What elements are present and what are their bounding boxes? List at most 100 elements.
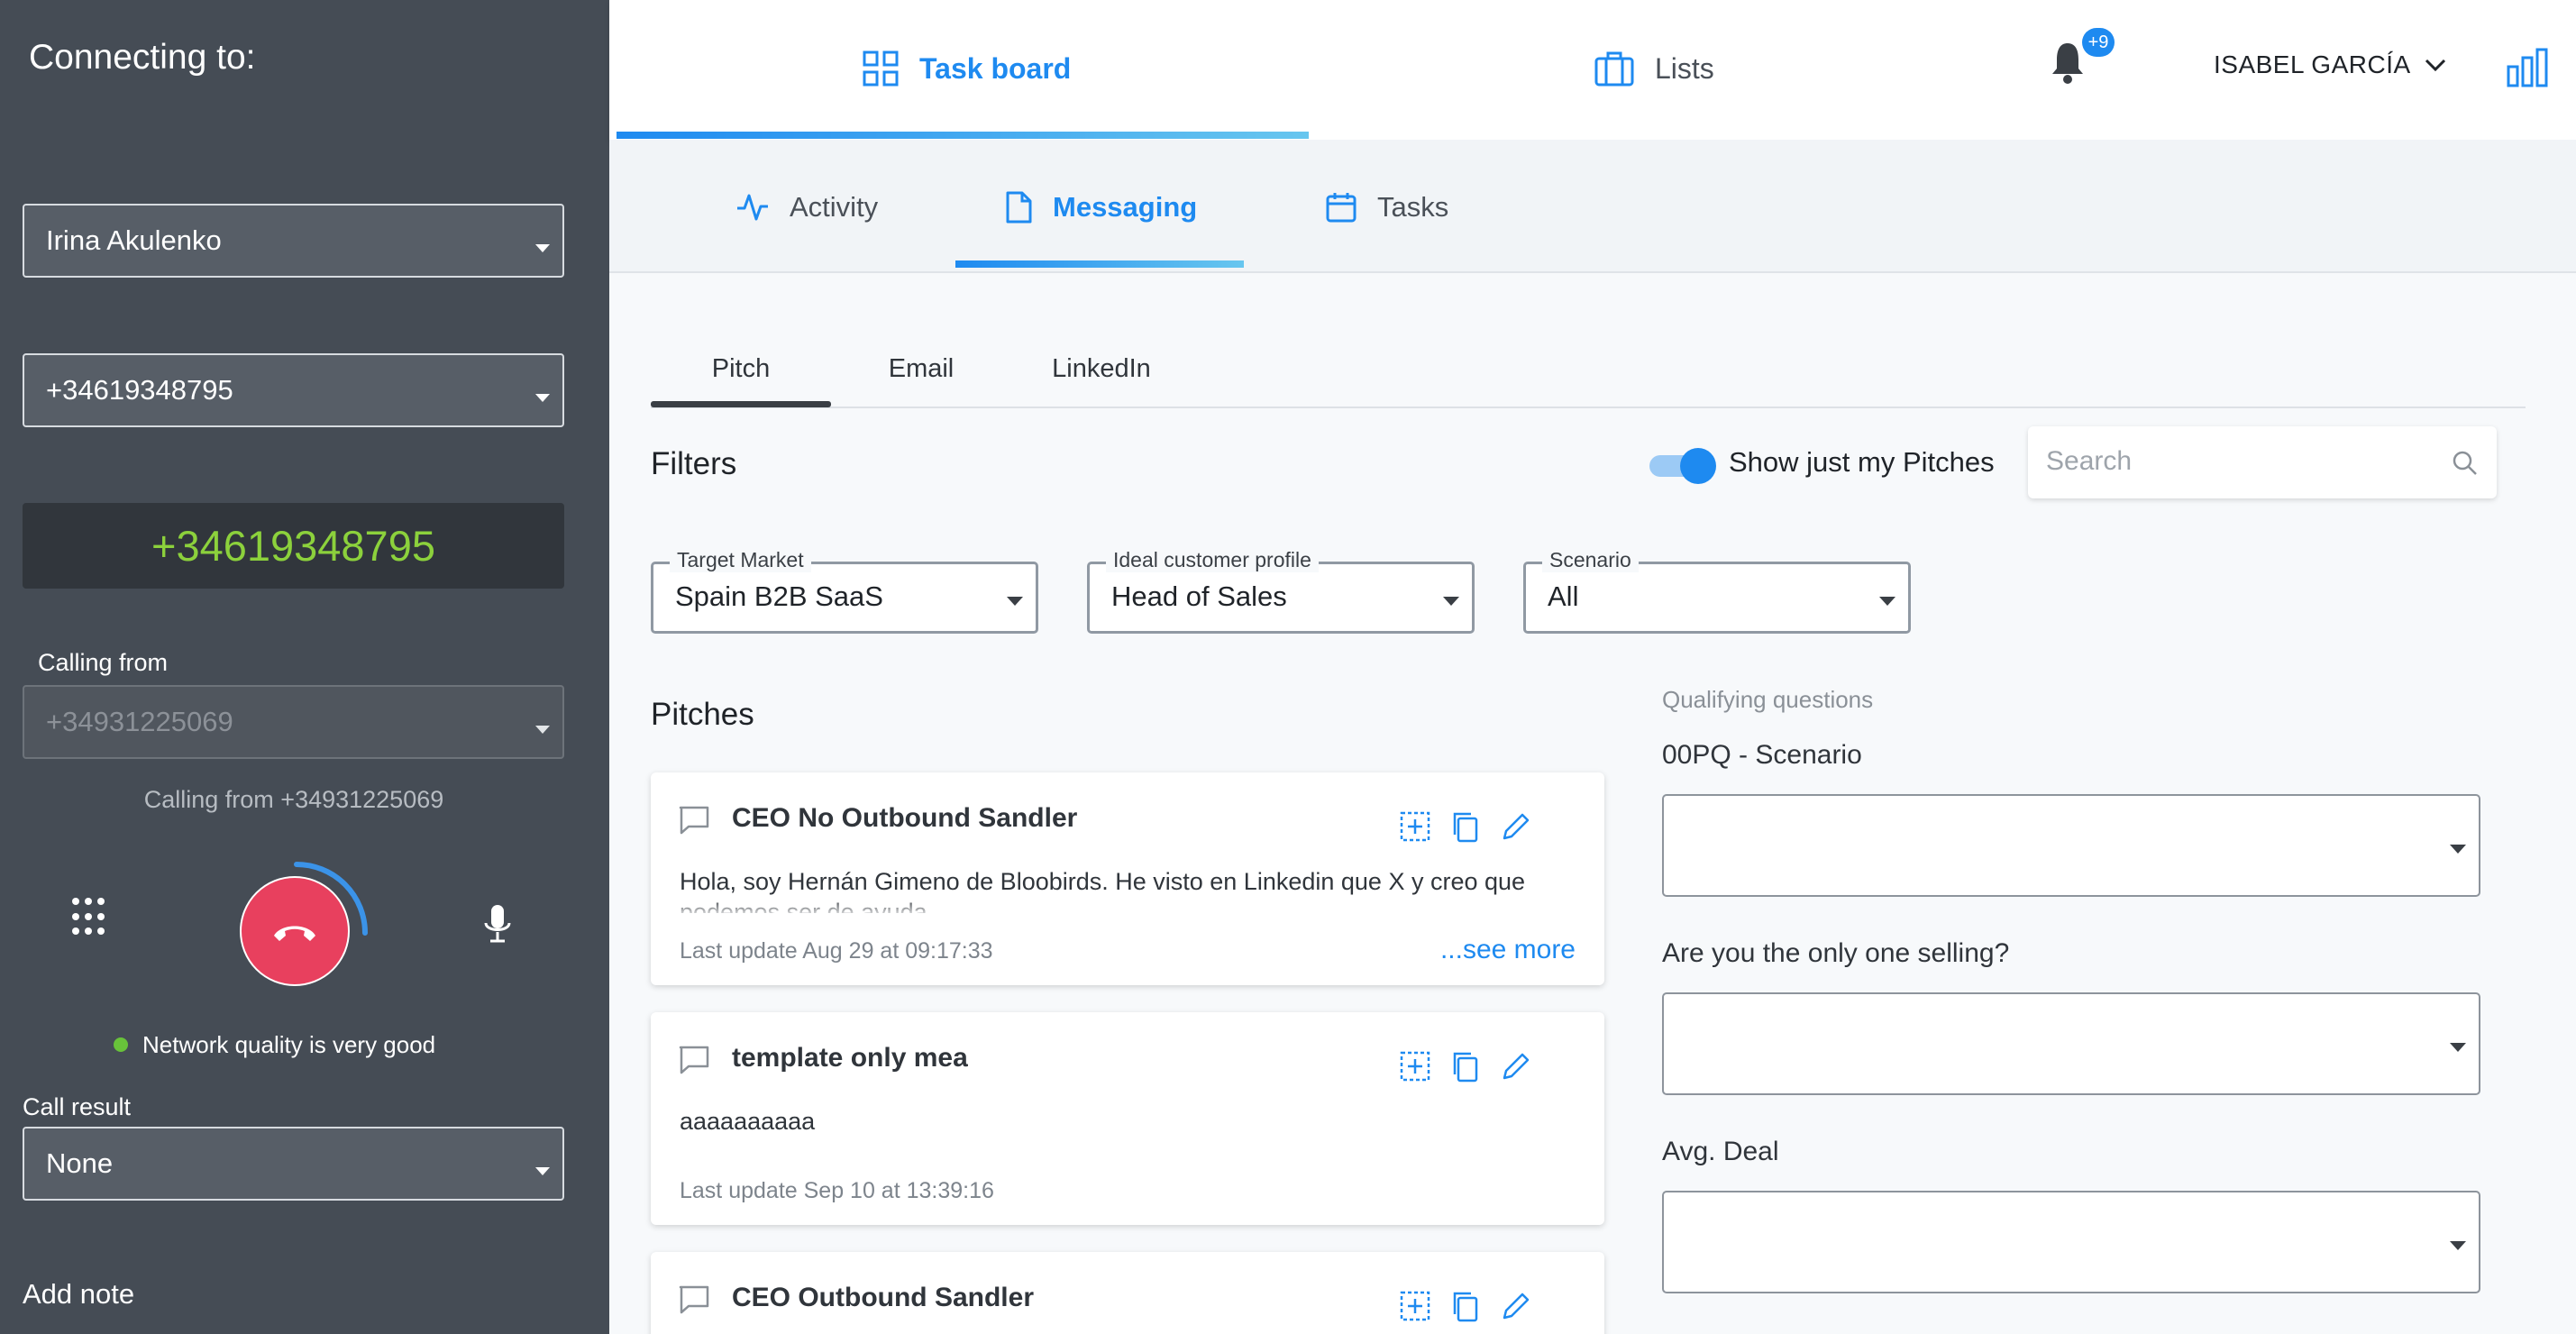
caret-down-icon: [535, 394, 550, 402]
copy-icon: [1453, 1292, 1478, 1322]
caret-down-icon: [2450, 1241, 2466, 1250]
question-label: Are you the only one selling?: [1662, 938, 2010, 968]
keypad-dot: [72, 912, 79, 920]
calling-from-info: Calling from +34931225069: [143, 786, 444, 813]
pitch-title: CEO Outbound Sandler: [732, 1283, 1034, 1312]
tab-messaging[interactable]: Messaging: [1004, 185, 1197, 230]
hangup-button[interactable]: [240, 876, 350, 986]
tab-lists[interactable]: Lists: [1594, 43, 1714, 94]
filters-heading: Filters: [651, 446, 737, 481]
pitch-card[interactable]: CEO Outbound Sandler: [651, 1252, 1604, 1334]
message-type-tabs: Pitch Email LinkedIn: [651, 345, 2526, 408]
caret-down-icon: [1443, 597, 1459, 606]
scenario-select[interactable]: Scenario All: [1523, 548, 1911, 634]
keypad-dot: [85, 927, 92, 936]
target-market-label: Target Market: [670, 548, 811, 572]
active-tab-indicator: [617, 132, 1309, 139]
call-result-select[interactable]: None: [23, 1127, 564, 1201]
network-status-dot-icon: [114, 1037, 128, 1052]
copy-icon: [1453, 1052, 1478, 1083]
insert-template-button[interactable]: [1399, 810, 1435, 846]
edit-button[interactable]: [1500, 1050, 1536, 1086]
tab-activity[interactable]: Activity: [735, 185, 878, 230]
copy-button[interactable]: [1449, 1050, 1485, 1086]
microphone-button[interactable]: [480, 903, 515, 946]
messaging-content: Pitch Email LinkedIn Filters Show just m…: [609, 273, 2576, 1334]
scenario-value: All: [1548, 580, 1579, 612]
pitch-card[interactable]: CEO No Outbound Sandler Hola, soy Hernán…: [651, 772, 1604, 985]
notification-count-badge: +9: [2082, 28, 2115, 57]
search-box: [2028, 426, 2497, 498]
tab-messaging-label: Messaging: [1053, 191, 1198, 223]
caret-down-icon: [535, 1167, 550, 1175]
call-result-value: None: [46, 1147, 114, 1179]
insert-icon: [1400, 1051, 1430, 1082]
tab-activity-label: Activity: [790, 191, 879, 223]
tab-pitch[interactable]: Pitch: [651, 354, 831, 384]
icp-label: Ideal customer profile: [1106, 548, 1319, 572]
top-navigation: Task board Lists +9 ISABEL GARCÍA: [609, 0, 2576, 140]
tab-tasks-label: Tasks: [1377, 191, 1449, 223]
dialer-panel: Connecting to: Irina Akulenko +346193487…: [0, 0, 609, 1334]
dialed-number-display: +34619348795: [23, 503, 564, 589]
keypad-dot: [97, 912, 105, 920]
pitch-updated: Last update Aug 29 at 09:17:33: [680, 938, 993, 964]
calling-from-select[interactable]: +34931225069: [23, 685, 564, 759]
caret-down-icon: [1879, 597, 1895, 606]
qualifying-questions-heading: Qualifying questions: [1662, 686, 1874, 713]
briefcase-icon: [1594, 51, 1634, 87]
keypad-button[interactable]: [72, 898, 108, 937]
pitches-heading: Pitches: [651, 697, 754, 732]
tab-task-board[interactable]: Task board: [862, 43, 1071, 94]
copy-button[interactable]: [1449, 1290, 1485, 1326]
add-note-button[interactable]: Add note: [23, 1278, 134, 1311]
search-icon[interactable]: [2452, 450, 2479, 477]
phone-select[interactable]: +34619348795: [23, 353, 564, 427]
pitch-actions: [1399, 810, 1550, 846]
active-subtab-indicator: [955, 260, 1244, 268]
my-pitches-toggle[interactable]: [1646, 444, 1718, 484]
tab-linkedin[interactable]: LinkedIn: [1011, 354, 1192, 384]
tab-tasks[interactable]: Tasks: [1325, 185, 1448, 230]
bar-chart-icon: [2507, 48, 2548, 87]
pitch-card[interactable]: template only mea aaaaaaaaaa Last update…: [651, 1012, 1604, 1225]
edit-button[interactable]: [1500, 810, 1536, 846]
copy-button[interactable]: [1449, 810, 1485, 846]
statistics-button[interactable]: [2506, 47, 2549, 93]
tab-lists-label: Lists: [1655, 51, 1714, 85]
scenario-label: Scenario: [1542, 548, 1639, 572]
network-quality-text: Network quality is very good: [142, 1031, 436, 1058]
question-label: Avg. Deal: [1662, 1137, 1779, 1166]
icp-select[interactable]: Ideal customer profile Head of Sales: [1087, 548, 1475, 634]
my-pitches-toggle-label: Show just my Pitches: [1729, 446, 1995, 478]
user-menu[interactable]: ISABEL GARCÍA: [2214, 50, 2447, 79]
question-select[interactable]: [1662, 794, 2480, 897]
pitch-title: template only mea: [732, 1043, 968, 1073]
target-market-value: Spain B2B SaaS: [675, 580, 883, 612]
insert-template-button[interactable]: [1399, 1290, 1435, 1326]
microphone-icon: [484, 905, 511, 943]
question-select[interactable]: [1662, 992, 2480, 1095]
icp-value: Head of Sales: [1111, 580, 1287, 612]
insert-icon: [1400, 1291, 1430, 1321]
notifications-button[interactable]: [2050, 40, 2086, 90]
document-icon: [1006, 191, 1032, 224]
keypad-dot: [97, 927, 105, 936]
tab-email[interactable]: Email: [831, 354, 1011, 384]
grid-icon: [863, 50, 899, 87]
edit-button[interactable]: [1500, 1290, 1536, 1326]
keypad-dot: [97, 898, 105, 905]
active-message-tab-indicator: [651, 401, 831, 407]
activity-icon: [737, 194, 768, 221]
caret-down-icon: [535, 726, 550, 734]
question-select[interactable]: [1662, 1191, 2480, 1293]
keypad-dot: [85, 898, 92, 905]
insert-template-button[interactable]: [1399, 1050, 1435, 1086]
phone-select-value: +34619348795: [46, 374, 233, 406]
contact-select[interactable]: Irina Akulenko: [23, 204, 564, 278]
search-input[interactable]: [2046, 441, 2425, 482]
see-more-link[interactable]: ...see more: [1440, 935, 1576, 965]
toggle-knob: [1680, 448, 1716, 484]
target-market-select[interactable]: Target Market Spain B2B SaaS: [651, 548, 1038, 634]
pitch-actions: [1399, 1050, 1550, 1086]
